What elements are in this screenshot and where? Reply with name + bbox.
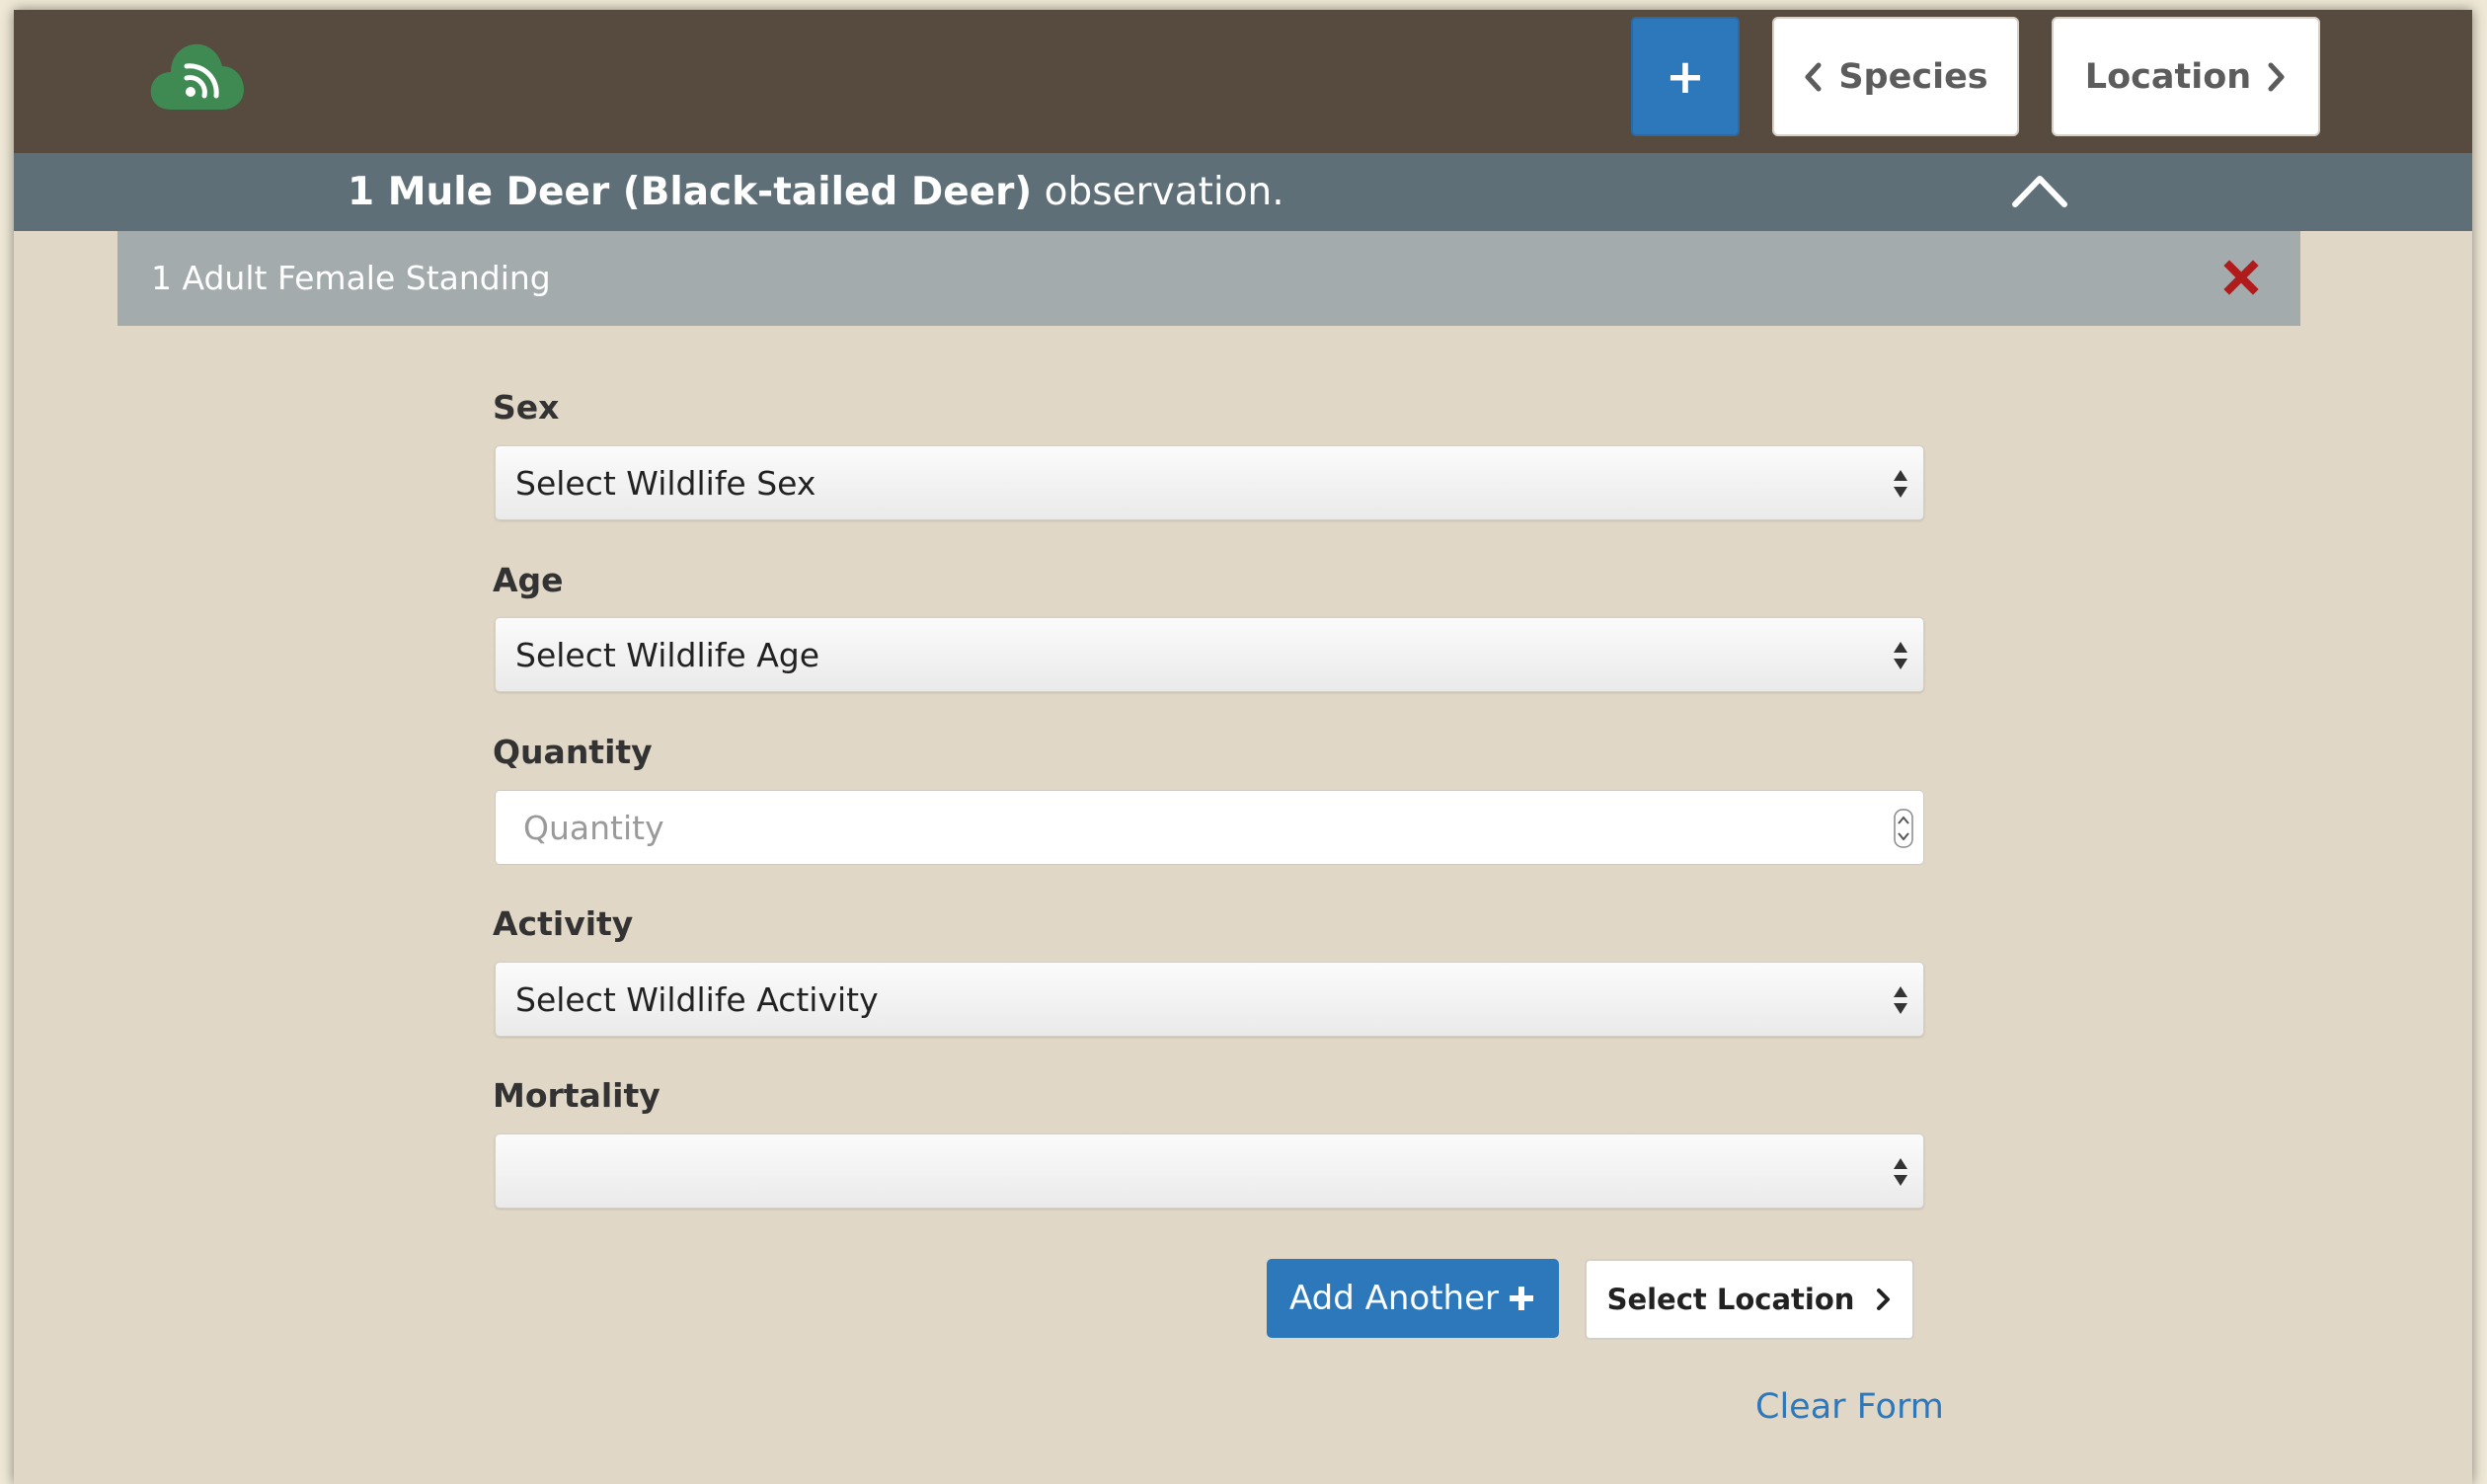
plus-icon [1510,1287,1534,1310]
observation-entry-row[interactable]: 1 Adult Female Standing [117,231,2300,326]
observation-species: 1 Mule Deer (Black-tailed Deer) [348,170,1033,214]
quantity-input[interactable]: Quantity [495,790,1924,865]
activity-select-value: Select Wildlife Activity [515,980,879,1019]
app-frame: + Species Location 1 Mule Deer (Black-ta… [14,10,2472,1484]
mortality-select[interactable] [495,1133,1924,1209]
sex-label: Sex [493,388,560,427]
stepper-icon[interactable] [1894,809,1913,848]
location-button[interactable]: Location [2052,17,2320,136]
observation-summary: 1 Mule Deer (Black-tailed Deer) observat… [348,153,1284,231]
plus-icon: + [1665,48,1706,105]
select-location-button[interactable]: Select Location [1585,1259,1914,1340]
activity-label: Activity [493,904,634,943]
quantity-placeholder: Quantity [523,809,664,847]
clear-form-link[interactable]: Clear Form [1755,1387,1944,1427]
activity-select[interactable]: Select Wildlife Activity [495,962,1924,1037]
top-bar: + Species Location [14,10,2472,153]
observation-summary-bar[interactable]: 1 Mule Deer (Black-tailed Deer) observat… [14,153,2472,231]
species-button[interactable]: Species [1772,17,2019,136]
select-arrows-icon [1894,470,1907,498]
add-observation-button[interactable]: + [1631,17,1740,136]
age-label: Age [493,561,564,599]
entry-label: 1 Adult Female Standing [151,259,551,297]
close-icon[interactable] [2223,260,2259,295]
age-select[interactable]: Select Wildlife Age [495,617,1924,692]
select-location-label: Select Location [1606,1283,1855,1316]
location-button-label: Location [2084,56,2252,97]
species-button-label: Species [1838,56,1988,97]
select-arrows-icon [1894,986,1907,1014]
add-another-button[interactable]: Add Another [1267,1259,1559,1338]
quantity-label: Quantity [493,733,653,771]
mortality-label: Mortality [493,1076,661,1115]
chevron-right-icon [1877,1289,1891,1310]
chevron-left-icon [1805,62,1822,91]
select-arrows-icon [1894,642,1907,669]
chevron-right-icon [2268,62,2285,91]
age-select-value: Select Wildlife Age [515,636,820,674]
select-arrows-icon [1894,1158,1907,1186]
sex-select-value: Select Wildlife Sex [515,464,816,503]
observation-suffix: observation. [1032,170,1284,214]
chevron-up-icon[interactable] [2011,167,2068,214]
sex-select[interactable]: Select Wildlife Sex [495,445,1924,520]
add-another-label: Add Another [1288,1279,1500,1318]
cloud-rss-icon[interactable] [149,39,246,114]
